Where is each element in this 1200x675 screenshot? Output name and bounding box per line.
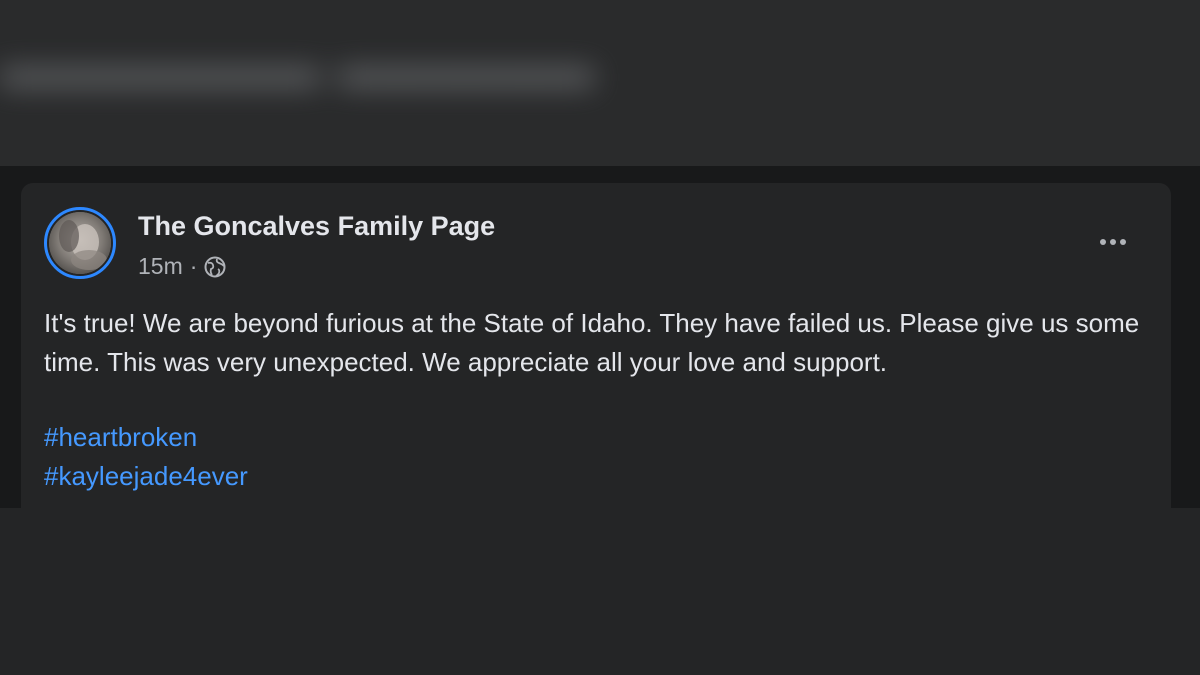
more-options-icon[interactable] xyxy=(1088,228,1138,256)
hashtag-link[interactable]: #kayleejade4ever xyxy=(44,457,248,496)
more-dot xyxy=(1110,239,1116,245)
meta-separator: · xyxy=(189,253,198,279)
avatar[interactable] xyxy=(49,212,111,274)
blurred-header: ▬▬▬▬▬ ▬▬▬▬ xyxy=(0,0,1200,166)
more-dot xyxy=(1120,239,1126,245)
globe-icon[interactable] xyxy=(204,256,226,278)
lower-background xyxy=(0,508,1200,675)
more-dot xyxy=(1100,239,1106,245)
post-body: It's true! We are beyond furious at the … xyxy=(44,308,1140,377)
avatar-photo xyxy=(49,212,111,274)
blurred-header-text: ▬▬▬▬▬ ▬▬▬▬ xyxy=(0,29,594,101)
author-name[interactable]: The Goncalves Family Page xyxy=(138,211,495,242)
hashtag-link[interactable]: #heartbroken xyxy=(44,418,197,457)
post-meta: 15m · xyxy=(138,253,226,280)
timestamp[interactable]: 15m xyxy=(138,253,183,280)
screen: ▬▬▬▬▬ ▬▬▬▬ The Goncalves Family Page 15m… xyxy=(0,0,1200,675)
